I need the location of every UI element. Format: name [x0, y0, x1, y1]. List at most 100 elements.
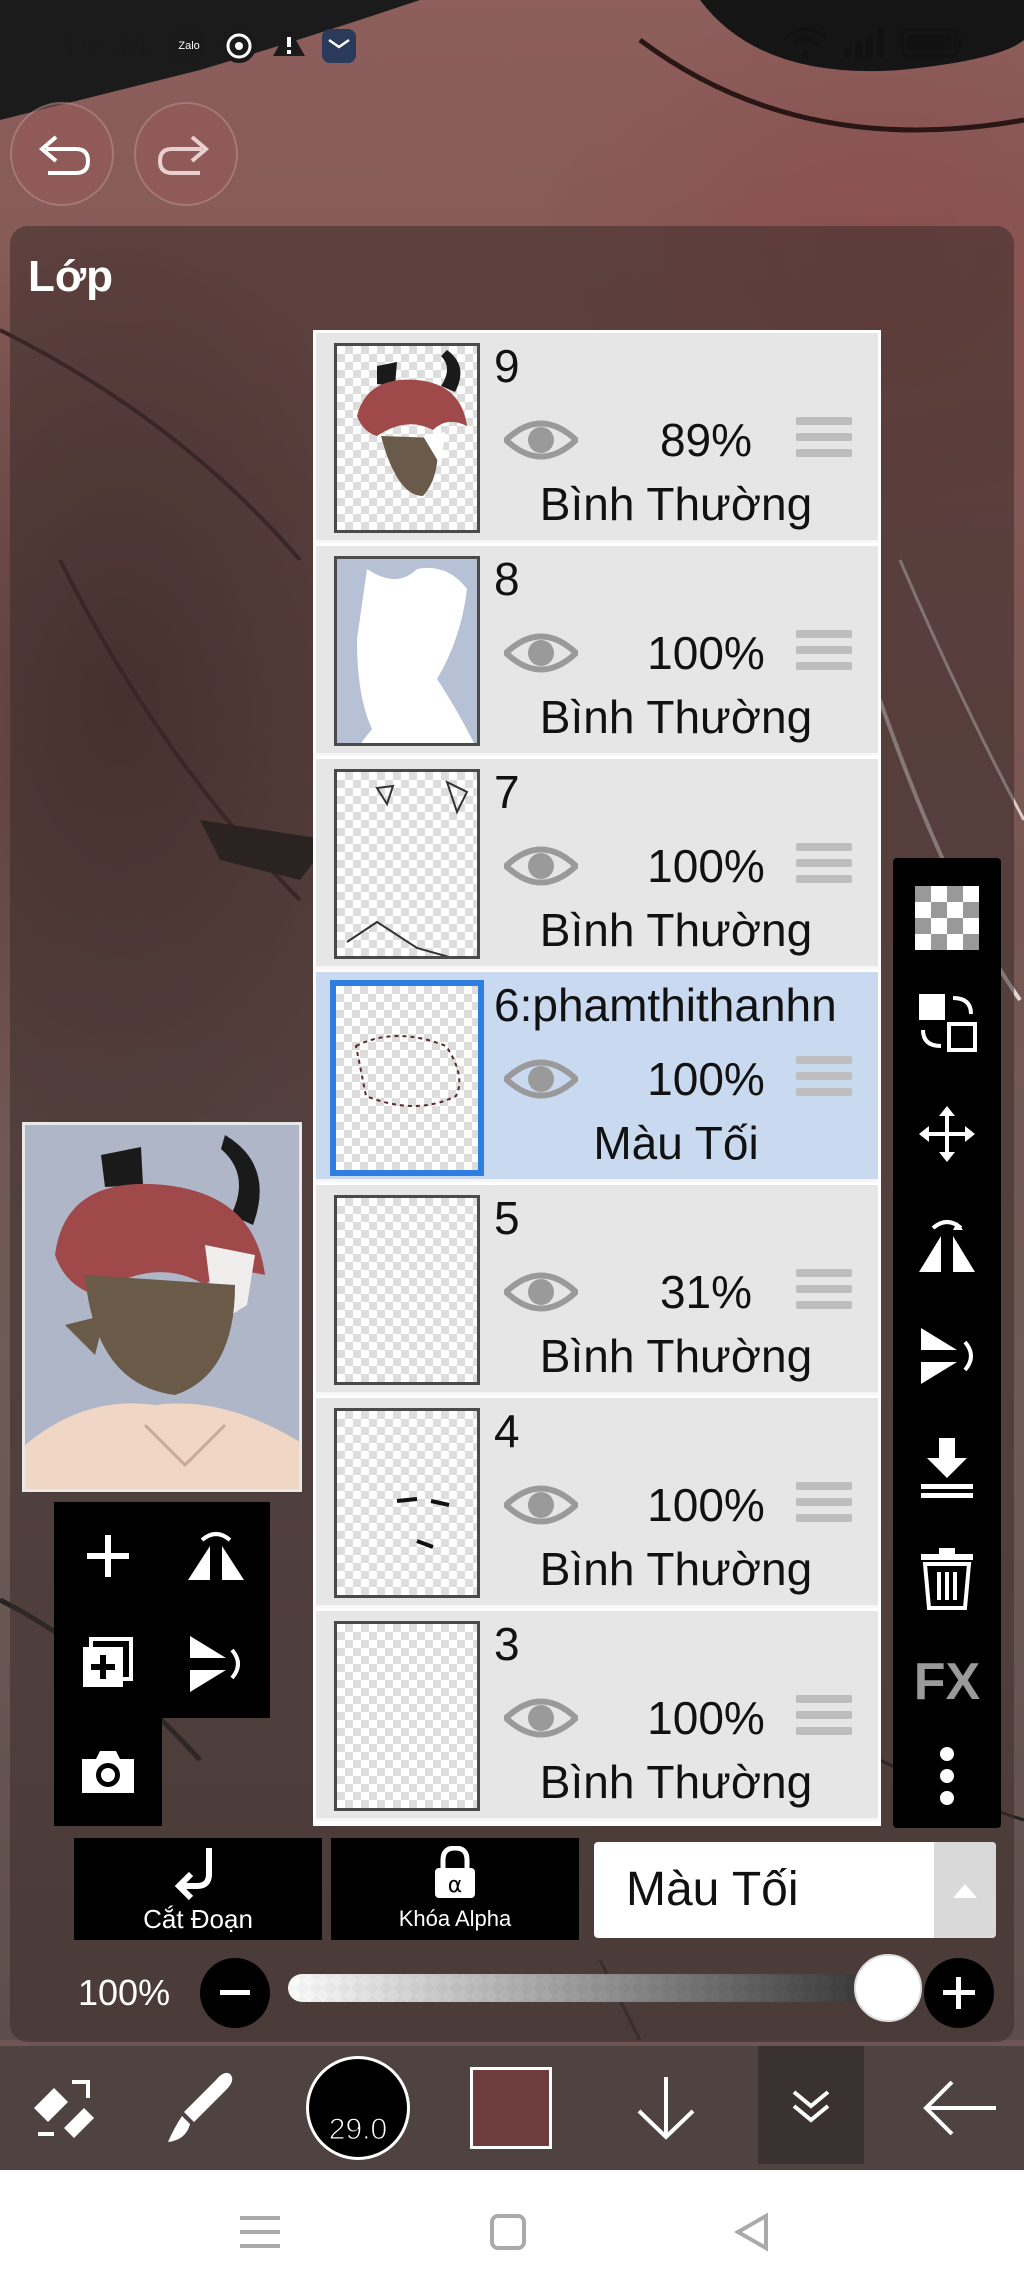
panel-title: Lớp	[28, 252, 114, 301]
layer-actions-panel	[54, 1502, 270, 1718]
layer-row-3[interactable]: 3 100% Bình Thường	[316, 1611, 878, 1821]
layer-name: 7	[494, 766, 520, 818]
flip-vertical-icon[interactable]	[907, 1316, 987, 1396]
opacity-label: 100%	[78, 1972, 171, 2013]
blend-mode-select[interactable]: Màu Tối	[594, 1842, 996, 1938]
eye-icon[interactable]	[504, 413, 578, 467]
drag-handle-icon[interactable]	[796, 1695, 852, 1743]
layer-opacity[interactable]: 89%	[626, 413, 786, 467]
redo-icon	[157, 135, 210, 175]
layer-blend-mode: Bình Thường	[539, 691, 813, 743]
drag-handle-icon[interactable]	[796, 417, 852, 465]
fx-label: FX	[913, 1653, 981, 1711]
opacity-slider-thumb[interactable]	[854, 1954, 922, 2022]
layer-thumbnail[interactable]	[334, 1408, 480, 1598]
home-icon[interactable]	[488, 2212, 528, 2252]
layer-thumbnail[interactable]	[330, 980, 484, 1176]
clipping-button[interactable]: Cắt Đoạn	[74, 1838, 322, 1940]
flip-horizontal-icon[interactable]	[907, 1206, 987, 1286]
drag-handle-icon[interactable]	[796, 843, 852, 891]
redo-button[interactable]	[134, 102, 238, 206]
drag-handle-icon[interactable]	[796, 1482, 852, 1530]
layer-name: 4	[494, 1405, 520, 1457]
layer-row-9[interactable]: 9 89% Bình Thường	[316, 333, 878, 543]
trash-icon[interactable]	[907, 1538, 987, 1618]
drag-handle-icon[interactable]	[796, 1269, 852, 1317]
layer-blend-mode: Bình Thường	[539, 1330, 813, 1382]
layer-thumbnail-art	[357, 350, 467, 496]
layer-name: 9	[494, 340, 520, 392]
plus-icon[interactable]	[924, 1958, 994, 2028]
layer-row-7[interactable]: 7 100% Bình Thường	[316, 759, 878, 969]
layer-opacity[interactable]: 100%	[626, 1478, 786, 1532]
transparency-icon[interactable]	[907, 878, 987, 958]
layer-thumbnail[interactable]	[334, 556, 480, 746]
mail-icon	[322, 29, 357, 63]
brush-icon[interactable]	[150, 2056, 250, 2160]
eye-icon[interactable]	[504, 626, 578, 680]
layer-thumbnail[interactable]	[334, 1621, 480, 1811]
status-bar: 19:44 Zalo	[0, 0, 1024, 92]
add-layer-icon[interactable]	[68, 1516, 148, 1596]
zalo-icon: Zalo	[172, 29, 207, 63]
layer-swap-icon[interactable]	[907, 982, 987, 1062]
undo-button[interactable]	[10, 102, 114, 206]
warning-icon	[272, 26, 306, 66]
chevron-down-icon[interactable]	[758, 2046, 864, 2164]
layer-row-4[interactable]: 4 100% Bình Thường	[316, 1398, 878, 1608]
eye-icon[interactable]	[504, 1691, 578, 1745]
blend-mode-value: Màu Tối	[626, 1863, 799, 1916]
zalo-label: Zalo	[178, 40, 200, 52]
flip-layer-horizontal-icon[interactable]	[176, 1516, 256, 1596]
more-icon[interactable]	[907, 1736, 987, 1816]
lock-icon: α	[435, 1846, 475, 1898]
undo-icon	[38, 135, 91, 175]
eye-icon[interactable]	[504, 1052, 578, 1106]
transform-eraser-icon[interactable]	[14, 2056, 114, 2160]
layer-thumbnail-art	[346, 780, 469, 956]
camera-panel	[54, 1718, 162, 1826]
layer-opacity[interactable]: 100%	[626, 1691, 786, 1745]
layer-opacity[interactable]: 100%	[626, 1052, 786, 1106]
merge-down-icon[interactable]	[907, 1426, 987, 1506]
status-time: 19:44	[60, 26, 151, 65]
drag-handle-icon[interactable]	[796, 1056, 852, 1104]
clipping-icon	[174, 1848, 212, 1901]
eye-icon[interactable]	[504, 1478, 578, 1532]
layer-thumbnail-art	[396, 1497, 450, 1549]
menu-icon[interactable]	[240, 2212, 284, 2252]
svg-text:α: α	[448, 1873, 463, 1898]
layer-opacity[interactable]: 31%	[626, 1265, 786, 1319]
camera-icon[interactable]	[68, 1732, 148, 1812]
duplicate-layer-icon[interactable]	[68, 1624, 148, 1704]
back-nav-icon[interactable]	[732, 2212, 772, 2252]
arrow-down-icon[interactable]	[616, 2056, 716, 2160]
layer-thumbnail[interactable]	[334, 343, 480, 533]
canvas-preview	[22, 1122, 302, 1492]
layer-row-8[interactable]: 8 100% Bình Thường	[316, 546, 878, 756]
chrome-icon	[222, 29, 257, 63]
layer-thumbnail[interactable]	[334, 769, 480, 959]
opacity-slider[interactable]	[288, 1974, 888, 2002]
fx-icon[interactable]: FX	[907, 1642, 987, 1722]
chevron-up-icon[interactable]	[934, 1842, 996, 1938]
layer-thumbnail[interactable]	[334, 1195, 480, 1385]
drag-handle-icon[interactable]	[796, 630, 852, 678]
layer-name: 8	[494, 553, 520, 605]
alpha-lock-button[interactable]: α Khóa Alpha	[331, 1838, 579, 1940]
eye-icon[interactable]	[504, 839, 578, 893]
alpha-lock-label: Khóa Alpha	[398, 1906, 512, 1931]
layer-list[interactable]: 9 89% Bình Thường 8 100% Bình Thường 7 1…	[313, 330, 881, 1826]
layer-blend-mode: Bình Thường	[539, 904, 813, 956]
move-icon[interactable]	[907, 1094, 987, 1174]
layer-row-5[interactable]: 5 31% Bình Thường	[316, 1185, 878, 1395]
color-swatch-button[interactable]	[466, 2056, 556, 2160]
layer-row-6[interactable]: 6:phamthithanhn 100% Màu Tối	[316, 972, 878, 1182]
flip-layer-vertical-icon[interactable]	[176, 1624, 256, 1704]
layer-opacity[interactable]: 100%	[626, 626, 786, 680]
brush-size-button[interactable]: 29.0	[304, 2056, 412, 2160]
layer-opacity[interactable]: 100%	[626, 839, 786, 893]
eye-icon[interactable]	[504, 1265, 578, 1319]
back-arrow-icon[interactable]	[910, 2056, 1010, 2160]
minus-icon[interactable]	[200, 1958, 270, 2028]
